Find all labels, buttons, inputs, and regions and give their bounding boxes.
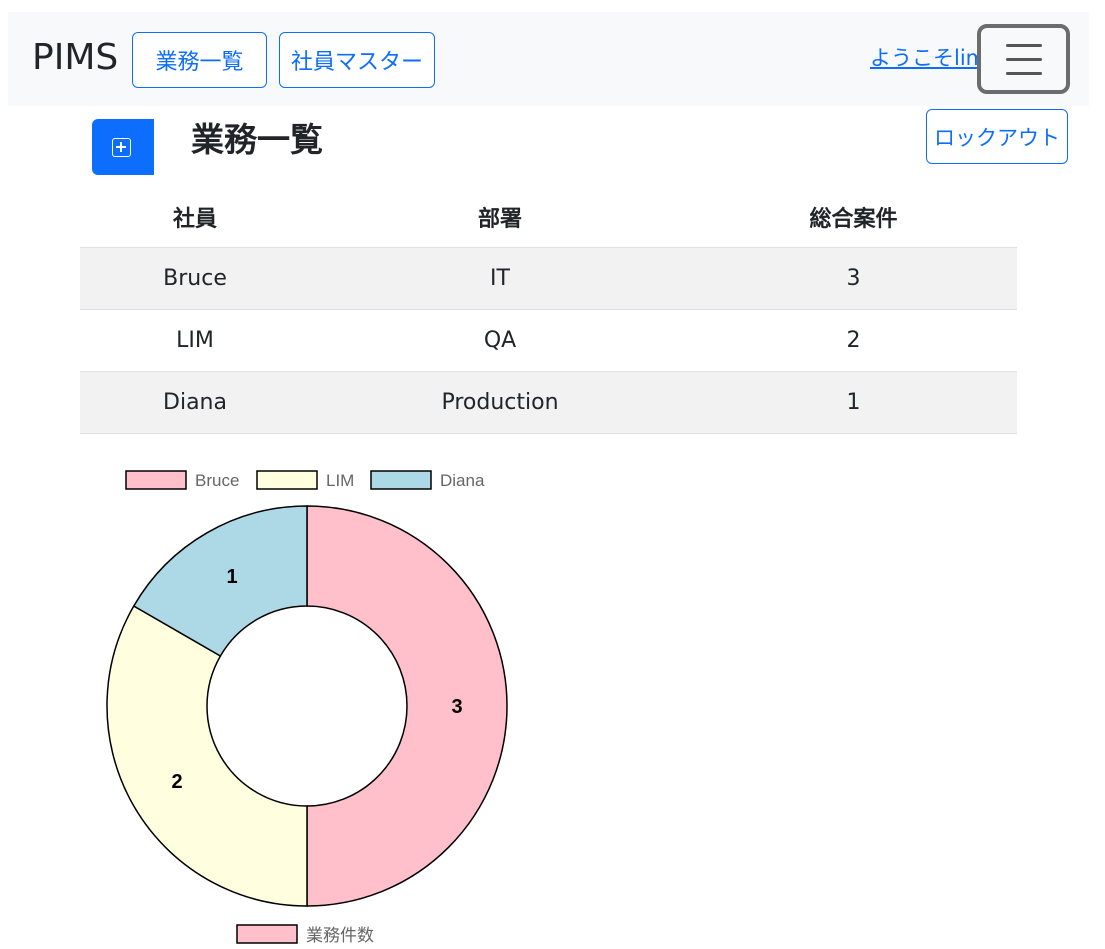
jobs-table: 社員 部署 総合案件 Bruce IT 3 LIM QA 2 Diana Pro… — [80, 187, 1017, 434]
slice-value-label: 1 — [226, 566, 237, 588]
slice-value-label: 3 — [451, 696, 462, 718]
legend-item-diana[interactable]: Diana — [370, 470, 485, 490]
plus-square-icon — [112, 138, 131, 157]
header-department: 部署 — [477, 207, 522, 232]
legend-label: Bruce — [195, 471, 239, 490]
cell-department: IT — [490, 266, 510, 291]
cell-employee: Diana — [163, 390, 227, 415]
slice-value-label: 2 — [172, 771, 183, 793]
cell-total-cases: 1 — [846, 390, 861, 415]
legend-item-bruce[interactable]: Bruce — [125, 470, 239, 490]
table-header-row: 社員 部署 総合案件 — [80, 187, 1017, 248]
add-job-button[interactable] — [92, 119, 154, 175]
navbar-toggler-button[interactable] — [977, 24, 1070, 94]
cell-employee: Bruce — [163, 266, 227, 291]
staff-master-button[interactable]: 社員マスター — [279, 32, 435, 88]
cell-total-cases: 3 — [846, 266, 861, 291]
jobs-donut-chart: Bruce LIM Diana 3 2 1 業務件数 — [106, 470, 508, 945]
legend-swatch — [256, 470, 318, 490]
table-row: LIM QA 2 — [80, 310, 1017, 372]
welcome-link[interactable]: ようこそlim — [870, 42, 986, 72]
header-total-cases: 総合案件 — [809, 207, 898, 232]
navbar: PIMS 業務一覧 社員マスター ようこそlim — [8, 12, 1089, 106]
legend-label: 業務件数 — [306, 926, 374, 945]
cell-department: QA — [483, 328, 517, 353]
table-row: Diana Production 1 — [80, 372, 1017, 434]
cell-employee: LIM — [176, 328, 214, 353]
legend-item-lim[interactable]: LIM — [256, 470, 354, 490]
logout-button[interactable]: ロックアウト — [926, 109, 1068, 164]
brand-logo[interactable]: PIMS — [32, 36, 118, 80]
header-employee: 社員 — [172, 207, 217, 232]
legend-swatch — [236, 924, 298, 944]
cell-total-cases: 2 — [846, 328, 861, 353]
cell-department: Production — [441, 390, 559, 415]
legend-swatch — [125, 470, 187, 490]
slice-bruce[interactable] — [306, 505, 508, 907]
legend-swatch — [370, 470, 432, 490]
legend-label: Diana — [440, 471, 485, 490]
page-title: 業務一覧 — [191, 120, 323, 159]
slice-lim[interactable] — [106, 604, 308, 907]
table-row: Bruce IT 3 — [80, 248, 1017, 310]
legend-label: LIM — [326, 471, 354, 490]
legend-series[interactable]: 業務件数 — [236, 924, 374, 945]
jobs-list-button[interactable]: 業務一覧 — [132, 32, 267, 88]
